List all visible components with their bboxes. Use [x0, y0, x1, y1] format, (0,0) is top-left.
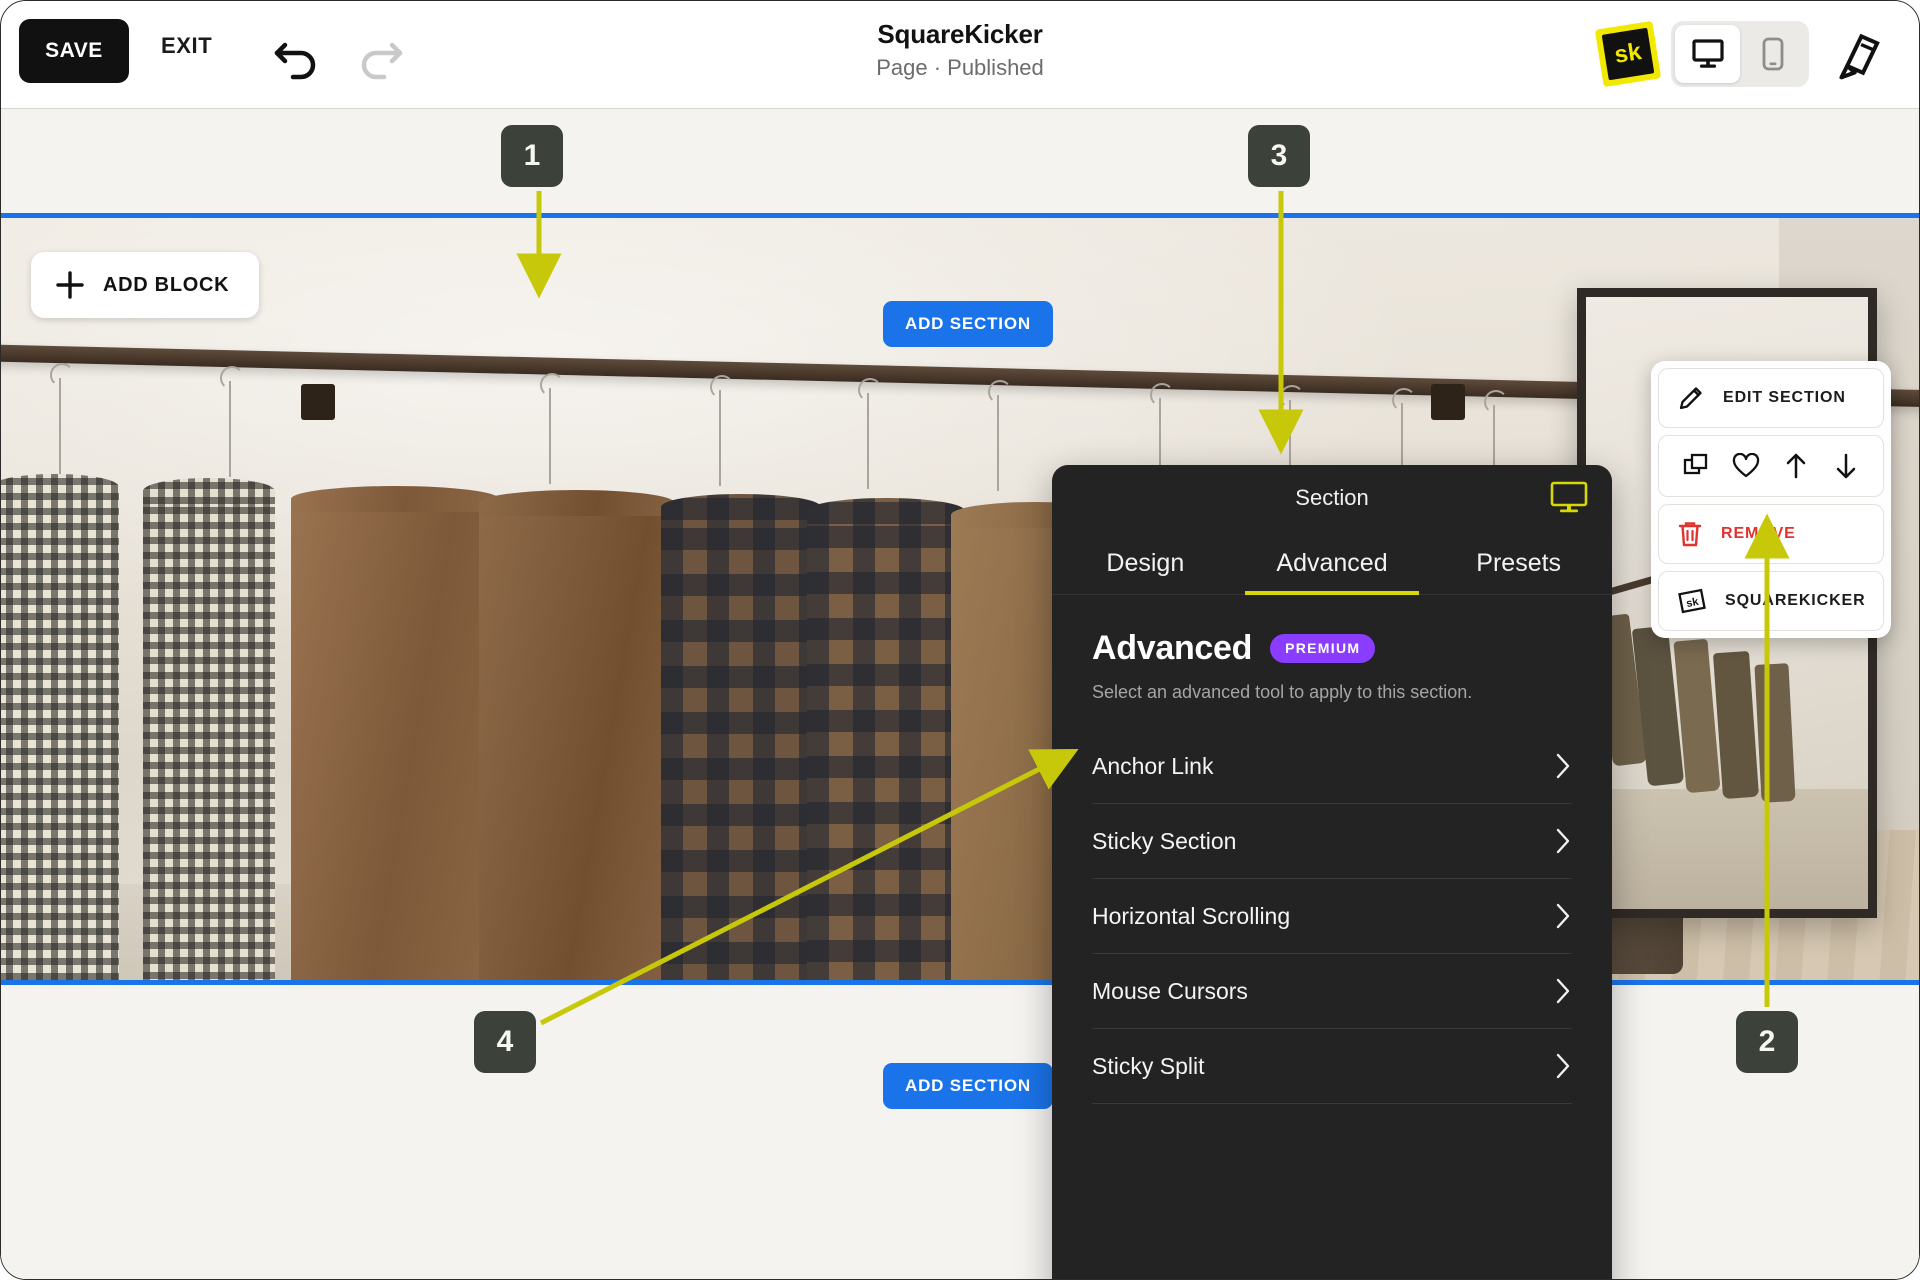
- chevron-right-icon: [1556, 1053, 1570, 1079]
- squarekicker-button[interactable]: sk SQUAREKICKER: [1658, 571, 1884, 631]
- chevron-right-icon: [1556, 753, 1570, 779]
- advanced-description: Select an advanced tool to apply to this…: [1092, 682, 1473, 702]
- chevron-right-icon: [1556, 978, 1570, 1004]
- advanced-item-mouse-cursors[interactable]: Mouse Cursors: [1092, 954, 1572, 1029]
- chevron-right-icon: [1556, 828, 1570, 854]
- redo-arrow-icon[interactable]: [354, 27, 408, 81]
- desktop-monitor-icon: [1691, 39, 1724, 68]
- exit-button[interactable]: EXIT: [161, 33, 212, 59]
- panel-header: Section: [1052, 465, 1612, 533]
- tab-design[interactable]: Design: [1052, 533, 1239, 594]
- pencil-icon: [1679, 387, 1702, 410]
- sk-logo-icon[interactable]: sk: [1594, 20, 1662, 88]
- add-block-button[interactable]: ADD BLOCK: [31, 252, 260, 318]
- advanced-item-sticky-section[interactable]: Sticky Section: [1092, 804, 1572, 879]
- advanced-item-sticky-split[interactable]: Sticky Split: [1092, 1029, 1572, 1104]
- squarekicker-label: SQUAREKICKER: [1725, 592, 1866, 609]
- plus-icon: [56, 271, 84, 299]
- tab-advanced[interactable]: Advanced: [1239, 533, 1426, 595]
- callout-badge-3: 3: [1248, 125, 1310, 187]
- device-preview-toggle[interactable]: [1671, 21, 1809, 87]
- callout-badge-4: 4: [474, 1011, 536, 1073]
- heart-icon[interactable]: [1729, 449, 1763, 483]
- svg-text:sk: sk: [1685, 596, 1700, 610]
- save-button[interactable]: SAVE: [19, 19, 129, 83]
- edit-section-button[interactable]: EDIT SECTION: [1658, 368, 1884, 428]
- panel-tabs: Design Advanced Presets: [1052, 533, 1612, 595]
- list-item-label: Horizontal Scrolling: [1092, 902, 1291, 929]
- edit-section-label: EDIT SECTION: [1723, 389, 1846, 406]
- callout-badge-2: 2: [1736, 1011, 1798, 1073]
- advanced-tool-list: Anchor Link Sticky Section Horizontal Sc…: [1092, 729, 1572, 1104]
- callout-badge-1: 1: [501, 125, 563, 187]
- advanced-item-horizontal-scrolling[interactable]: Horizontal Scrolling: [1092, 879, 1572, 954]
- undo-arrow-icon[interactable]: [269, 27, 323, 81]
- panel-body: Advanced PREMIUM Select an advanced tool…: [1052, 595, 1612, 1279]
- add-block-label: ADD BLOCK: [103, 273, 230, 296]
- list-item-label: Sticky Section: [1092, 827, 1237, 854]
- page-canvas: ADD BLOCK ADD SECTION ADD SECTION EDIT S…: [1, 109, 1919, 1279]
- remove-section-button[interactable]: REMOVE: [1658, 504, 1884, 564]
- add-section-top-button[interactable]: ADD SECTION: [883, 301, 1053, 347]
- desktop-monitor-icon[interactable]: [1550, 481, 1588, 515]
- tab-presets[interactable]: Presets: [1425, 533, 1612, 594]
- mobile-phone-icon: [1762, 37, 1783, 71]
- premium-badge: PREMIUM: [1270, 634, 1376, 663]
- list-item-label: Sticky Split: [1092, 1052, 1205, 1079]
- arrow-down-icon[interactable]: [1829, 449, 1863, 483]
- section-context-menu: EDIT SECTION REMOVE sk SQUAREKICKER: [1651, 361, 1891, 638]
- advanced-heading-row: Advanced PREMIUM: [1092, 629, 1572, 668]
- sk-logo-text: sk: [1601, 27, 1655, 81]
- advanced-heading: Advanced: [1092, 629, 1253, 667]
- chevron-right-icon: [1556, 903, 1570, 929]
- arrow-up-icon[interactable]: [1779, 449, 1813, 483]
- list-item-label: Anchor Link: [1092, 752, 1214, 779]
- app-window: SAVE EXIT SquareKicker Page · Published …: [0, 0, 1920, 1280]
- device-desktop-button[interactable]: [1675, 25, 1740, 83]
- section-actions-row: [1658, 435, 1884, 497]
- device-mobile-button[interactable]: [1740, 25, 1805, 83]
- paintbrush-icon[interactable]: [1829, 23, 1891, 85]
- add-section-bottom-button[interactable]: ADD SECTION: [883, 1063, 1053, 1109]
- section-settings-panel: Section Design Advanced Presets Advanced: [1052, 465, 1612, 1279]
- remove-label: REMOVE: [1721, 525, 1796, 542]
- list-item-label: Mouse Cursors: [1092, 977, 1248, 1004]
- sk-logo-icon: sk: [1678, 588, 1706, 614]
- top-toolbar: SAVE EXIT SquareKicker Page · Published …: [1, 1, 1919, 109]
- advanced-item-anchor-link[interactable]: Anchor Link: [1092, 729, 1572, 804]
- trash-can-icon: [1678, 522, 1702, 547]
- duplicate-squares-icon[interactable]: [1679, 449, 1713, 483]
- panel-title: Section: [1295, 485, 1369, 510]
